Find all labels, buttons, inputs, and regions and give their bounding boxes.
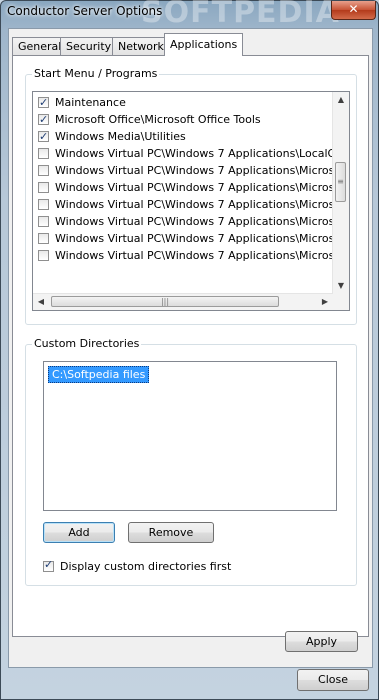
item-label: Windows Virtual PC\Windows 7 Application… — [55, 215, 350, 228]
item-checkbox[interactable] — [38, 216, 49, 227]
start-menu-item[interactable]: Windows Virtual PC\Windows 7 Application… — [38, 213, 349, 230]
start-menu-item[interactable]: Windows Virtual PC\Windows 7 Application… — [38, 247, 349, 264]
horizontal-scroll-thumb[interactable]: ||| — [51, 296, 279, 307]
display-first-label: Display custom directories first — [60, 560, 232, 573]
scrollbar-corner — [333, 294, 349, 310]
scroll-left-icon[interactable]: ◀ — [33, 294, 49, 310]
close-button[interactable]: Close — [297, 669, 369, 691]
scroll-up-icon[interactable]: ▲ — [333, 92, 349, 108]
custom-directories-list[interactable]: C:\Softpedia files — [43, 361, 337, 511]
start-menu-item[interactable]: Microsoft Office\Microsoft Office Tools — [38, 111, 261, 128]
tab-network[interactable]: Network — [112, 37, 170, 55]
tab-security[interactable]: Security — [60, 37, 118, 55]
start-menu-item[interactable]: Windows Virtual PC\Windows 7 Application… — [38, 196, 349, 213]
item-label: Microsoft Office\Microsoft Office Tools — [55, 113, 261, 126]
item-label: Windows Virtual PC\Windows 7 Application… — [55, 232, 350, 245]
custom-directories-group: Custom Directories C:\Softpedia files Ad… — [25, 337, 357, 586]
start-menu-item[interactable]: Maintenance — [38, 94, 126, 111]
dialog-footer: Close — [8, 665, 371, 695]
watermark: SOFTPEDIA — [141, 0, 340, 30]
remove-button[interactable]: Remove — [128, 522, 214, 543]
item-checkbox[interactable] — [38, 111, 49, 128]
item-checkbox[interactable] — [38, 182, 49, 193]
item-checkbox[interactable] — [38, 94, 49, 111]
start-menu-item[interactable]: Windows Virtual PC\Windows 7 Application… — [38, 145, 350, 162]
item-checkbox[interactable] — [38, 128, 49, 145]
start-menu-group: Start Menu / Programs Maintenance Microso… — [25, 67, 357, 325]
display-first-checkbox[interactable] — [43, 558, 54, 572]
vertical-scroll-thumb[interactable]: ≡ — [335, 162, 346, 202]
item-label: Windows Virtual PC\Windows 7 Application… — [55, 198, 350, 211]
item-label: Windows Virtual PC\Windows 7 Application… — [55, 249, 350, 262]
dialog-window: SOFTPEDIA Conductor Server Options ✕ Gen… — [0, 0, 379, 700]
custom-directories-group-label: Custom Directories — [32, 337, 142, 350]
item-label: Windows Virtual PC\Windows 7 Application… — [55, 181, 350, 194]
client-area: General Security Network Applications St… — [8, 28, 373, 668]
add-button[interactable]: Add — [43, 522, 115, 543]
apply-button[interactable]: Apply — [285, 631, 358, 652]
applications-panel: Start Menu / Programs Maintenance Microso… — [12, 55, 369, 652]
item-label: Windows Virtual PC\Windows 7 Application… — [55, 164, 350, 177]
window-close-button[interactable]: ✕ — [331, 1, 376, 20]
close-icon: ✕ — [348, 2, 359, 16]
scroll-right-icon[interactable]: ▶ — [317, 294, 333, 310]
window-title: Conductor Server Options — [7, 4, 163, 18]
start-menu-item[interactable]: Windows Virtual PC\Windows 7 Application… — [38, 230, 349, 247]
scroll-down-icon[interactable]: ▼ — [333, 278, 349, 294]
vertical-scrollbar[interactable]: ▲ ≡ ▼ — [332, 92, 349, 294]
item-checkbox[interactable] — [38, 233, 49, 244]
item-checkbox[interactable] — [38, 199, 49, 210]
horizontal-scrollbar[interactable]: ◀ ||| ▶ — [33, 293, 333, 310]
start-menu-group-label: Start Menu / Programs — [32, 67, 160, 80]
item-label: Windows Media\Utilities — [55, 130, 186, 143]
item-checkbox[interactable] — [38, 250, 49, 261]
tab-applications[interactable]: Applications — [164, 33, 244, 56]
item-label: Maintenance — [55, 96, 126, 109]
start-menu-list[interactable]: Maintenance Microsoft Office\Microsoft Of… — [32, 91, 350, 311]
start-menu-item[interactable]: Windows Media\Utilities — [38, 128, 186, 145]
title-bar[interactable]: SOFTPEDIA Conductor Server Options ✕ — [1, 0, 378, 30]
start-menu-item[interactable]: Windows Virtual PC\Windows 7 Application… — [38, 162, 349, 179]
display-first-row[interactable]: Display custom directories first — [43, 558, 232, 574]
start-menu-item[interactable]: Windows Virtual PC\Windows 7 Application… — [38, 179, 349, 196]
directory-item[interactable]: C:\Softpedia files — [48, 366, 150, 383]
item-checkbox[interactable] — [38, 165, 49, 176]
item-checkbox[interactable] — [38, 148, 49, 159]
item-label: Windows Virtual PC\Windows 7 Application… — [55, 147, 350, 160]
